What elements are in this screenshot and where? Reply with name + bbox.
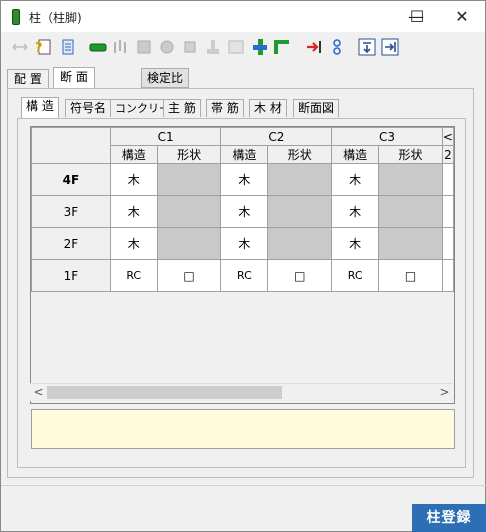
tab-mokuzai[interactable]: 木 材 [249,99,287,117]
wall-icon[interactable] [135,38,153,56]
table-row: 1F RC □ RC □ RC □ [31,259,454,292]
sub-header-keijou: 形状 [267,145,333,164]
sub-header-kouzou: 構造 [220,145,269,164]
column-app-icon [12,9,20,25]
cell-keijou [378,163,443,196]
tab-kouzou[interactable]: 構 造 [21,97,59,118]
sub-header-kouzou: 構造 [109,145,158,164]
main-window: 柱（柱脚) — ☐ ✕ ? 配 置 断 面 検定比 構 造 符号名 コンクリート… [0,0,486,532]
grid-corner [31,127,111,164]
grid-table: C1 C2 C3 < 構造 形状 構造 形状 構造 形状 2 4F 木 木 木 [31,127,454,292]
cell-kouzou[interactable]: 木 [331,195,380,228]
sub-header-kouzou: 構造 [331,145,380,164]
cell-kouzou[interactable]: 木 [331,163,380,196]
column-icon[interactable] [112,38,130,56]
tab-danmenzu[interactable]: 断面図 [293,99,340,117]
close-button[interactable]: ✕ [439,1,485,32]
scroll-right-button[interactable]: > [436,384,453,401]
right-arrow-icon[interactable] [381,38,399,56]
cell-keijou [156,163,222,196]
arrow-right-icon[interactable] [305,38,323,56]
document-icon[interactable] [59,38,77,56]
cell-partial [441,195,454,228]
table-row: 4F 木 木 木 [31,163,454,196]
kentei-button[interactable]: 検定比 [141,68,189,88]
link-icon[interactable] [328,38,346,56]
tab-haichi[interactable]: 配 置 [7,69,49,88]
horizontal-scrollbar[interactable]: < > [30,383,453,401]
cell-kouzou[interactable]: RC [220,259,269,292]
beam-icon[interactable] [89,38,107,56]
row-header-1f[interactable]: 1F [31,259,111,292]
register-column-button[interactable]: 柱登録 [412,504,486,532]
circle-icon[interactable] [158,38,176,56]
cell-keijou [156,195,222,228]
down-arrow-icon[interactable] [358,38,376,56]
scroll-thumb[interactable] [47,386,282,399]
cell-keijou [378,227,443,260]
cell-keijou [267,163,333,196]
cell-kouzou[interactable]: 木 [220,227,269,260]
sub-header-keijou: 形状 [378,145,443,164]
cell-partial [441,259,454,292]
window-title: 柱（柱脚) [29,11,82,25]
box-icon[interactable] [181,38,199,56]
svg-text:?: ? [35,41,43,56]
tab-shukin[interactable]: 主 筋 [163,99,201,117]
scroll-left-button[interactable]: < [30,384,47,401]
cell-keijou [267,195,333,228]
cell-kouzou[interactable]: 木 [109,195,158,228]
cell-keijou[interactable]: □ [156,259,222,292]
cell-kouzou[interactable]: 木 [109,163,158,196]
pedestal-icon[interactable] [204,38,222,56]
row-header-4f[interactable]: 4F [31,163,111,196]
col-header-c2[interactable]: C2 [220,127,333,146]
col-header-partial: < [441,127,454,146]
table-row: 3F 木 木 木 [31,195,454,228]
tab-obikin[interactable]: 帯 筋 [206,99,244,117]
message-box [31,409,455,449]
toolbar: ? [1,33,485,63]
title-bar: 柱（柱脚) — ☐ ✕ [1,1,485,32]
cell-keijou[interactable]: □ [378,259,443,292]
sub-header-keijou: 形状 [156,145,222,164]
cell-kouzou[interactable]: RC [331,259,380,292]
cell-partial [441,227,454,260]
help-icon[interactable]: ? [34,38,52,56]
cell-keijou [378,195,443,228]
table-row: 2F 木 木 木 [31,227,454,260]
maximize-button[interactable]: ☐ [394,1,440,32]
cell-keijou[interactable]: □ [267,259,333,292]
row-header-2f[interactable]: 2F [31,227,111,260]
joint-icon[interactable] [251,38,269,56]
tab-fugoumei[interactable]: 符号名 [65,99,112,117]
cell-keijou [156,227,222,260]
cell-keijou [267,227,333,260]
row-header-3f[interactable]: 3F [31,195,111,228]
panel-icon[interactable] [227,38,245,56]
section-grid[interactable]: C1 C2 C3 < 構造 形状 構造 形状 構造 形状 2 4F 木 木 木 [30,126,455,404]
status-bar [1,485,486,506]
cell-partial [441,163,454,196]
col-header-c1[interactable]: C1 [109,127,222,146]
cell-kouzou[interactable]: 木 [331,227,380,260]
col-header-c3[interactable]: C3 [331,127,443,146]
tab-danmen[interactable]: 断 面 [53,67,95,88]
corner-icon[interactable] [273,38,291,56]
cell-kouzou[interactable]: RC [109,259,158,292]
cell-kouzou[interactable]: 木 [109,227,158,260]
cell-kouzou[interactable]: 木 [220,163,269,196]
cell-kouzou[interactable]: 木 [220,195,269,228]
move-icon[interactable] [11,38,29,56]
sub-header-partial: 2 [441,145,454,164]
